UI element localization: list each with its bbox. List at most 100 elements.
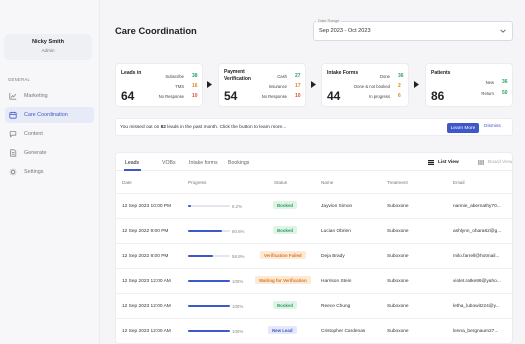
card-total: 54 <box>224 89 238 103</box>
progress-bar-fill <box>188 305 230 307</box>
stat-value: 50 <box>502 90 508 96</box>
row-treatment: Suboxone <box>387 254 409 259</box>
stat-label: Cash <box>277 74 287 79</box>
board-icon <box>478 160 484 165</box>
row-treatment: Suboxone <box>387 229 409 234</box>
progress-percent: 58.9% <box>232 254 245 259</box>
column-header-date[interactable]: Date <box>122 180 132 185</box>
stat-value: 10 <box>295 93 301 99</box>
tab-bookings[interactable]: Bookings <box>228 160 249 166</box>
table-row[interactable]: 12 Sep 2023 12:00 AM 100% New Lead Cristoph… <box>116 318 512 343</box>
table-header: Date Progress Status Name Treatment Emai… <box>116 178 512 188</box>
status-badge: Booked <box>273 226 298 234</box>
stat-value: 36 <box>398 73 404 79</box>
card-title: Leads in <box>121 70 142 76</box>
sidebar-item-label: Marketing <box>24 93 48 99</box>
column-header-status[interactable]: Status <box>274 180 287 185</box>
table-row[interactable]: 12 Sep 2023 12:00 AM 100% Waiting for Veri… <box>116 268 512 293</box>
progress-percent: 100% <box>232 279 244 284</box>
table-row[interactable]: 12 Sep 2023 12:00 AM 100% Booked Reece Chun… <box>116 293 512 318</box>
stat-value: 6 <box>398 93 401 99</box>
missed-leads-banner: You missed out on 82 leads in the past m… <box>115 118 513 136</box>
date-range-select[interactable]: Sep 2023 - Oct 2023 <box>313 21 513 41</box>
progress-percent: 80.6% <box>232 229 245 234</box>
stat-value: 10 <box>192 93 198 99</box>
sidebar-item-settings[interactable]: Settings <box>5 164 94 180</box>
stat-label: No Response <box>158 94 184 99</box>
tab-intake-forms[interactable]: Intake forms <box>189 160 218 166</box>
stat-label: Return <box>481 91 494 96</box>
row-treatment: Suboxone <box>387 304 409 309</box>
stat-value: 17 <box>295 83 301 89</box>
user-card[interactable]: Nicky Smith Admin <box>4 34 92 60</box>
gear-icon <box>9 168 17 176</box>
row-name[interactable]: Cristopher Cardenas <box>321 329 365 334</box>
progress-bar-fill <box>188 230 222 232</box>
status-badge: Booked <box>273 201 298 209</box>
sidebar-item-label: Care Coordination <box>24 112 68 118</box>
row-name[interactable]: Harrison Stein <box>321 279 351 284</box>
status-badge: Waiting for Verification <box>255 276 311 284</box>
stat-value: 16 <box>192 83 198 89</box>
list-view-label: List View <box>438 160 459 165</box>
card-total: 86 <box>431 89 445 103</box>
user-name: Nicky Smith <box>31 39 65 45</box>
sidebar-item-label: Generate <box>24 150 47 156</box>
row-name[interactable]: Jayvion Simon <box>321 204 352 209</box>
row-date: 12 Sep 2023 12:00 AM <box>122 329 171 334</box>
row-email[interactable]: ashlynn_ohara62@g... <box>453 229 501 234</box>
chevron-down-icon <box>500 29 506 33</box>
row-treatment: Suboxone <box>387 204 409 209</box>
tab-vobs[interactable]: VOBs <box>162 160 176 166</box>
banner-text: You missed out on 82 leads in the past m… <box>120 125 286 130</box>
list-view-button[interactable]: List View <box>428 160 459 165</box>
stat-value: 2 <box>398 83 401 89</box>
learn-more-button[interactable]: Learn More <box>447 123 479 133</box>
column-header-email[interactable]: Email <box>453 180 465 185</box>
column-header-treatment[interactable]: Treatment <box>387 180 408 185</box>
card-title: Payment Verification <box>224 69 251 82</box>
date-range-label: Date Range <box>316 18 342 23</box>
active-tab-indicator <box>124 169 141 171</box>
card-title: Intake Forms <box>327 70 359 76</box>
progress-bar <box>188 280 230 282</box>
status-badge: Verification Failed <box>260 251 306 259</box>
row-email[interactable]: lenna_bergnaum27... <box>453 329 498 334</box>
sidebar-item-care-coordination[interactable]: Care Coordination <box>5 107 94 123</box>
sidebar-item-content[interactable]: Content <box>5 126 94 142</box>
row-email[interactable]: letha_lubowitz24@y... <box>453 304 500 309</box>
row-email[interactable]: violet.ratke86@yaho... <box>453 279 501 284</box>
row-email[interactable]: nannie_abernathy70... <box>453 204 501 209</box>
row-date: 12 Sep 2023 12:00 AM <box>122 304 171 309</box>
chart-icon <box>9 92 17 100</box>
board-view-button[interactable]: Board View <box>478 160 512 165</box>
board-view-label: Board View <box>488 160 513 165</box>
page-title: Care Coordination <box>115 25 197 36</box>
table-row[interactable]: 12 Sep 2022 9:00 PM 80.6% Booked Lucian Obr… <box>116 218 512 243</box>
payment-card: Payment Verification 54 Cash 27 Insuranc… <box>218 63 306 107</box>
row-email[interactable]: milo.farrell@hotmail... <box>453 254 499 259</box>
progress-percent: 8.2% <box>232 204 243 209</box>
sidebar-item-marketing[interactable]: Marketing <box>5 88 94 104</box>
row-name[interactable]: Lucian Obrien <box>321 229 351 234</box>
table-tabs: Leads VOBs Intake forms Bookings List Vi… <box>116 153 512 171</box>
progress-bar <box>188 230 230 232</box>
column-header-progress[interactable]: Progress <box>188 180 206 185</box>
column-header-name[interactable]: Name <box>321 180 333 185</box>
arrow-right-icon <box>311 81 316 88</box>
row-name[interactable]: Reece Chung <box>321 304 350 309</box>
dismiss-button[interactable]: Dismiss <box>484 124 501 129</box>
row-name[interactable]: Deja Brady <box>321 254 345 259</box>
table-row[interactable]: 12 Sep 2022 8:00 PM 58.9% Verification Fai… <box>116 243 512 268</box>
progress-bar <box>188 255 230 257</box>
sidebar-item-generate[interactable]: Generate <box>5 145 94 161</box>
stat-label: No Response <box>261 94 287 99</box>
stat-label: New <box>485 80 494 85</box>
table-row[interactable]: 12 Sep 2023 10:00 PM 8.2% Booked Jayvion Si… <box>116 193 512 218</box>
tab-leads[interactable]: Leads <box>125 160 139 166</box>
progress-bar <box>188 305 230 307</box>
progress-bar-fill <box>188 255 213 257</box>
menu-section-label: GENERAL <box>8 77 31 82</box>
row-date: 12 Sep 2022 8:00 PM <box>122 254 169 259</box>
stat-value: 27 <box>295 73 301 79</box>
